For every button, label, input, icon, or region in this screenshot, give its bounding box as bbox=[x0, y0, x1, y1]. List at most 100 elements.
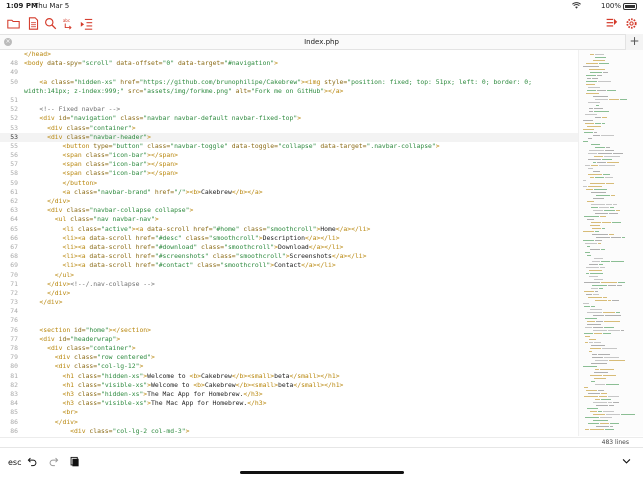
redo-icon[interactable] bbox=[48, 456, 59, 469]
code-token: > bbox=[297, 114, 302, 123]
code-line[interactable]: 48 <body data-spy="scroll" data-offset="0… bbox=[0, 59, 578, 68]
code-token: <h3 bbox=[62, 389, 78, 398]
code-token: class= bbox=[74, 353, 98, 362]
code-line[interactable]: 79 <div class="row centered"> bbox=[0, 353, 578, 362]
code-line[interactable]: 86 <div class="col-lg-2 col-md-3"> bbox=[0, 427, 578, 436]
code-line[interactable]: 84 <h3 class="visible-xs">The Mac App fo… bbox=[0, 399, 578, 408]
minimap-line bbox=[594, 333, 602, 334]
code-line[interactable]: 49 bbox=[0, 68, 578, 77]
minimap-line bbox=[596, 426, 609, 427]
minimap-line bbox=[596, 195, 610, 196]
code-line[interactable]: 53 <div class="container"> bbox=[0, 124, 578, 133]
code-token: <h1 bbox=[62, 380, 78, 389]
settings-icon[interactable] bbox=[624, 16, 638, 30]
code-token: "button" bbox=[112, 141, 144, 150]
code-line[interactable]: 85 <br> bbox=[0, 408, 578, 417]
folder-icon[interactable] bbox=[6, 16, 20, 30]
code-line[interactable]: 55 <button type="button" class="navbar-t… bbox=[0, 142, 578, 151]
code-line[interactable]: 76 <section id="home"></section> bbox=[0, 326, 578, 335]
code-line[interactable]: 56 <span class="icon-bar"></span> bbox=[0, 151, 578, 160]
code-token: </button> bbox=[62, 178, 98, 187]
code-text: <li class="active"><a data-scroll href="… bbox=[24, 225, 370, 234]
minimap-line bbox=[584, 291, 594, 292]
add-tab-button[interactable]: + bbox=[625, 34, 643, 50]
esc-button[interactable]: esc bbox=[8, 458, 22, 467]
line-number: 82 bbox=[10, 380, 18, 389]
code-token: <b> bbox=[193, 380, 205, 389]
code-token: ><img bbox=[301, 77, 325, 86]
code-line[interactable]: 86 </div> bbox=[0, 418, 578, 427]
line-number: 51 bbox=[10, 95, 18, 104]
code-line[interactable]: 72 </div> bbox=[0, 289, 578, 298]
code-token: </small></h1> bbox=[289, 371, 340, 380]
file-icon[interactable] bbox=[26, 16, 40, 30]
status-date: Thu Mar 5 bbox=[34, 2, 70, 10]
code-line[interactable]: 50 <a class="hidden-xs" href="https://gi… bbox=[0, 78, 578, 87]
code-line[interactable]: 61 <a class="navbar-brand" href="/"><b>C… bbox=[0, 188, 578, 197]
code-line[interactable]: 78 <div class="container"> bbox=[0, 344, 578, 353]
code-line[interactable]: 71 </div><!--/.nav-collapse --> bbox=[0, 280, 578, 289]
code-line[interactable]: 81 <h1 class="hidden-xs">Welcome to <b>C… bbox=[0, 372, 578, 381]
minimap-line bbox=[598, 81, 611, 82]
code-line[interactable]: width:141px; z-index:999;" src="assets/i… bbox=[0, 87, 578, 96]
code-line[interactable]: 51 bbox=[0, 96, 578, 105]
minimap-line bbox=[592, 285, 607, 286]
code-editor[interactable]: </head> 48 <body data-spy="scroll" data-of… bbox=[0, 50, 578, 436]
code-line[interactable]: 57 <span class="icon-bar"></span> bbox=[0, 160, 578, 169]
code-line[interactable]: 82 <h1 class="visible-xs">Welcome to <b>… bbox=[0, 381, 578, 390]
minimap[interactable] bbox=[578, 50, 643, 436]
line-number: 73 bbox=[10, 298, 18, 307]
code-line[interactable]: 52 <!-- Fixed navbar --> bbox=[0, 105, 578, 114]
code-line[interactable]: 77 <div id="headerwrap"> bbox=[0, 335, 578, 344]
minimap-line bbox=[621, 330, 624, 331]
code-token: "col-lg-2 col-md-3" bbox=[112, 426, 186, 435]
code-token: <li><a bbox=[62, 233, 90, 242]
code-token: </h3> bbox=[243, 389, 263, 398]
minimap-line bbox=[608, 285, 616, 286]
minimap-line bbox=[594, 189, 607, 190]
code-line[interactable]: 69 <li><a data-scroll href="#contact" cl… bbox=[0, 261, 578, 270]
code-line[interactable]: 83 <h3 class="hidden-xs">The Mac App for… bbox=[0, 390, 578, 399]
code-token: ><b> bbox=[185, 187, 202, 196]
minimap-line bbox=[600, 267, 605, 268]
code-line[interactable]: 63 <div class="navbar-collapse collapse"… bbox=[0, 206, 578, 215]
code-line[interactable]: 80 <div class="col-lg-12"> bbox=[0, 362, 578, 371]
code-line[interactable]: 74 bbox=[0, 307, 578, 316]
replace-icon[interactable]: abc bbox=[61, 16, 75, 30]
code-line[interactable]: 73 </div> bbox=[0, 298, 578, 307]
search-icon[interactable] bbox=[43, 16, 57, 30]
line-number: 86 bbox=[10, 426, 18, 435]
code-line[interactable]: 53 <div class="navbar-header"> bbox=[0, 132, 578, 142]
code-line[interactable]: 70 </ul> bbox=[0, 271, 578, 280]
tab-title[interactable]: Index.php bbox=[0, 38, 643, 46]
code-line[interactable]: </head> bbox=[0, 50, 578, 59]
code-line[interactable]: 64 <ul class="nav navbar-nav"> bbox=[0, 215, 578, 224]
code-line[interactable]: 66 <li><a data-scroll href="#desc" class… bbox=[0, 234, 578, 243]
code-line[interactable]: 65 <li class="active"><a data-scroll hre… bbox=[0, 225, 578, 234]
clipboard-icon[interactable] bbox=[69, 456, 80, 469]
minimap-line bbox=[601, 282, 617, 283]
code-token: </div> bbox=[47, 197, 71, 205]
code-token: <h3 bbox=[62, 399, 78, 408]
code-text: </div> bbox=[24, 197, 70, 206]
minimap-line bbox=[591, 288, 598, 289]
code-line[interactable]: 58 <span class="icon-bar"></span> bbox=[0, 169, 578, 178]
code-text: <span class="icon-bar"></span> bbox=[24, 169, 177, 178]
code-line[interactable]: 59 </button> bbox=[0, 179, 578, 188]
code-line[interactable]: 68 <li><a data-scroll href="#screenshots… bbox=[0, 252, 578, 261]
code-line[interactable]: 67 <li><a data-scroll href="#download" c… bbox=[0, 243, 578, 252]
code-token: "navbar-brand" bbox=[97, 187, 151, 196]
indent-icon[interactable] bbox=[79, 16, 93, 30]
snippets-icon[interactable] bbox=[604, 16, 618, 30]
code-line[interactable]: 76 bbox=[0, 316, 578, 325]
minimap-line bbox=[588, 186, 602, 187]
minimap-line bbox=[602, 117, 607, 118]
code-line[interactable]: 52 <div id="navigation" class="navbar na… bbox=[0, 114, 578, 123]
undo-icon[interactable] bbox=[27, 456, 38, 469]
code-line[interactable]: 62 </div> bbox=[0, 197, 578, 206]
dismiss-keyboard-icon[interactable] bbox=[621, 456, 632, 469]
